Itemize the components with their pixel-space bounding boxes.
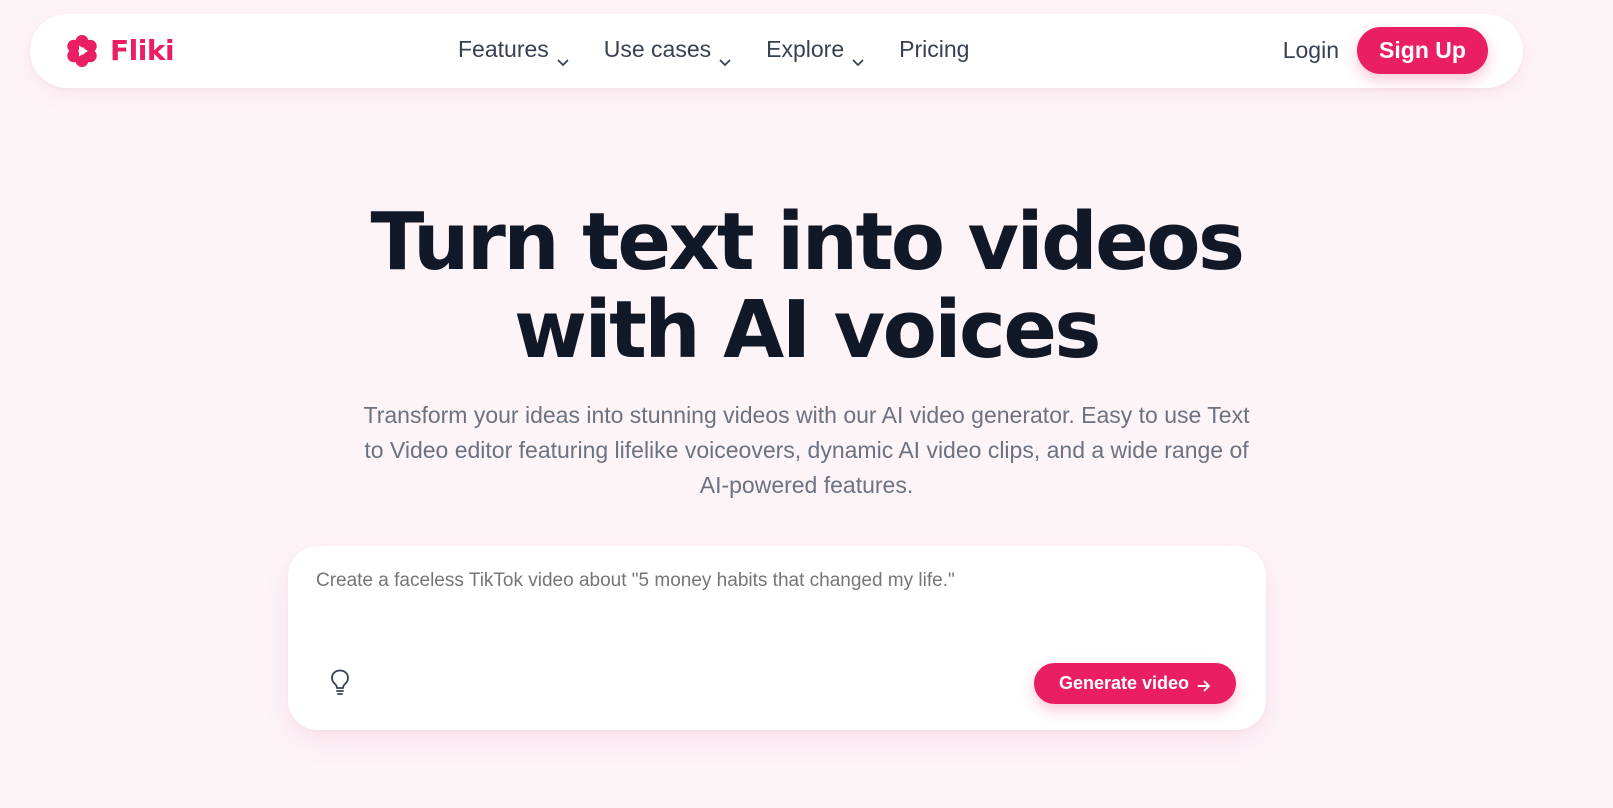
chevron-down-icon: [852, 46, 864, 66]
auth-actions: Login Sign Up: [1283, 27, 1488, 74]
hero-subtitle: Transform your ideas into stunning video…: [363, 402, 1250, 498]
fliki-logo-icon: [66, 34, 98, 67]
prompt-input[interactable]: [316, 570, 1216, 630]
hero-title-line-1: Turn text into videos: [370, 196, 1245, 288]
brand-name: Fliki: [110, 34, 175, 67]
lightbulb-icon[interactable]: [328, 668, 352, 696]
nav-item-label: Pricing: [899, 36, 970, 62]
nav-item-use-cases[interactable]: Use cases: [603, 36, 731, 66]
nav-item-pricing[interactable]: Pricing: [899, 36, 969, 63]
top-navbar: Fliki Features Use cases Explore Pricing…: [30, 14, 1523, 88]
signup-button[interactable]: Sign Up: [1357, 27, 1488, 74]
hero-title: Turn text into videos with AI voices: [0, 198, 1613, 374]
login-link[interactable]: Login: [1283, 37, 1339, 64]
generate-video-button[interactable]: Generate video: [1034, 663, 1236, 704]
nav-item-label: Features: [458, 36, 549, 62]
prompt-card: Generate video: [288, 546, 1266, 730]
nav-item-label: Explore: [766, 36, 845, 62]
chevron-down-icon: [719, 46, 731, 66]
nav-item-features[interactable]: Features: [458, 36, 569, 66]
brand-logo-link[interactable]: Fliki: [66, 34, 175, 67]
arrow-right-icon: [1197, 677, 1211, 691]
main-nav: Features Use cases Explore Pricing: [458, 36, 1004, 66]
nav-item-label: Use cases: [603, 36, 712, 62]
chevron-down-icon: [557, 46, 569, 66]
nav-item-explore[interactable]: Explore: [766, 36, 864, 66]
hero-title-line-2: with AI voices: [514, 284, 1101, 376]
generate-video-label: Generate video: [1058, 673, 1190, 693]
